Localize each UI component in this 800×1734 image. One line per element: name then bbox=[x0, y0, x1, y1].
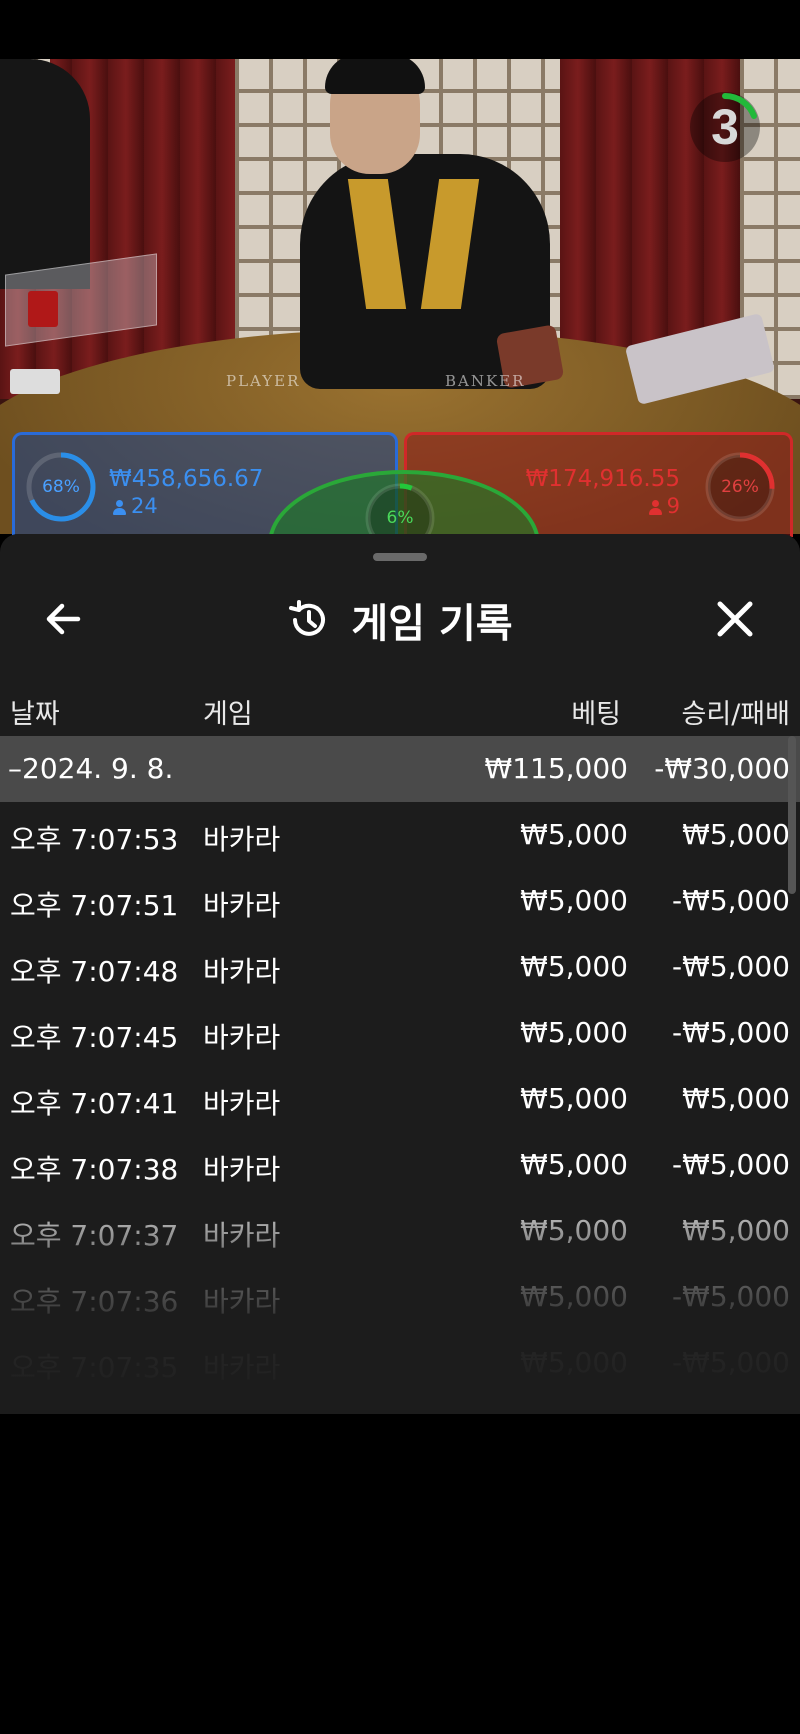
arrow-left-icon bbox=[46, 603, 81, 635]
row-bet: ₩5,000 bbox=[520, 1346, 628, 1379]
column-header-result: 승리/패배 bbox=[681, 699, 790, 730]
round-timer: 3 bbox=[690, 92, 760, 162]
history-row[interactable]: 오후 7:07:37 바카라 ₩5,000 ₩5,000 bbox=[0, 1198, 800, 1264]
history-row[interactable]: 오후 7:07:35 바카라 ₩5,000 -₩5,000 bbox=[0, 1330, 800, 1396]
row-time: 오후 7:07:36 bbox=[10, 1285, 179, 1318]
player-total-bet: ₩458,656.67 bbox=[109, 466, 264, 492]
history-row[interactable]: 오후 7:07:53 바카라 ₩5,000 ₩5,000 bbox=[0, 802, 800, 868]
row-result: -₩5,000 bbox=[672, 1016, 790, 1049]
side-dealer-silhouette bbox=[0, 59, 90, 289]
row-result: -₩5,000 bbox=[672, 950, 790, 983]
row-time: 오후 7:07:45 bbox=[10, 1021, 179, 1054]
column-header-date: 날짜 bbox=[10, 699, 60, 730]
row-bet: ₩5,000 bbox=[520, 1280, 628, 1313]
row-result: -₩5,000 bbox=[672, 1280, 790, 1313]
date-group-row[interactable]: –2024. 9. 8. ₩115,000 -₩30,000 bbox=[0, 736, 800, 802]
player-count: 24 bbox=[113, 494, 158, 518]
column-header-bet: 베팅 bbox=[571, 699, 621, 730]
player-percent: 68% bbox=[42, 477, 80, 497]
timer-value: 3 bbox=[711, 99, 739, 155]
history-row[interactable]: 오후 7:07:48 바카라 ₩5,000 -₩5,000 bbox=[0, 934, 800, 1000]
row-time: 오후 7:07:53 bbox=[10, 823, 179, 856]
row-game: 바카라 bbox=[203, 1087, 281, 1120]
sheet-header: 게임 기록 bbox=[0, 570, 800, 670]
close-button[interactable] bbox=[710, 594, 760, 644]
row-bet: ₩5,000 bbox=[520, 818, 628, 851]
row-bet: ₩5,000 bbox=[520, 884, 628, 917]
row-game: 바카라 bbox=[203, 1021, 281, 1054]
history-row[interactable]: 오후 7:07:45 바카라 ₩5,000 -₩5,000 bbox=[0, 1000, 800, 1066]
row-game: 바카라 bbox=[203, 955, 281, 988]
dealer-hair bbox=[325, 59, 425, 94]
banker-count: 9 bbox=[648, 494, 680, 518]
row-game: 바카라 bbox=[203, 1153, 281, 1186]
history-row[interactable]: 오후 7:07:36 바카라 ₩5,000 -₩5,000 bbox=[0, 1264, 800, 1330]
row-result: -₩5,000 bbox=[672, 884, 790, 917]
row-bet: ₩5,000 bbox=[520, 950, 628, 983]
row-result: ₩5,000 bbox=[682, 1214, 790, 1247]
history-table-header: 날짜 게임 베팅 승리/패배 bbox=[0, 684, 800, 734]
row-bet: ₩5,000 bbox=[520, 1148, 628, 1181]
close-icon bbox=[717, 601, 753, 637]
history-table-body[interactable]: –2024. 9. 8. ₩115,000 -₩30,000 오후 7:07:5… bbox=[0, 736, 800, 1414]
row-time: 오후 7:07:41 bbox=[10, 1087, 179, 1120]
person-icon bbox=[648, 500, 662, 515]
back-button[interactable] bbox=[40, 594, 90, 644]
sheet-title-group: 게임 기록 bbox=[0, 570, 800, 670]
table-label-banker: BANKER bbox=[445, 372, 526, 390]
row-bet: ₩5,000 bbox=[520, 1082, 628, 1115]
row-result: -₩5,000 bbox=[672, 1346, 790, 1379]
row-game: 바카라 bbox=[203, 823, 281, 856]
person-icon bbox=[113, 500, 126, 515]
row-bet: ₩5,000 bbox=[520, 1214, 628, 1247]
row-result: ₩5,000 bbox=[682, 1082, 790, 1115]
card bbox=[10, 369, 60, 394]
scrollbar[interactable] bbox=[788, 736, 796, 894]
card bbox=[28, 291, 58, 327]
row-time: 오후 7:07:48 bbox=[10, 955, 179, 988]
history-icon bbox=[289, 600, 326, 636]
row-bet: ₩5,000 bbox=[520, 1016, 628, 1049]
table-label-player: PLAYER bbox=[226, 372, 301, 390]
row-game: 바카라 bbox=[203, 889, 281, 922]
row-game: 바카라 bbox=[203, 1219, 281, 1252]
row-time: 오후 7:07:35 bbox=[10, 1351, 179, 1384]
row-time: 오후 7:07:38 bbox=[10, 1153, 179, 1186]
row-game: 바카라 bbox=[203, 1351, 281, 1384]
sheet-title: 게임 기록 bbox=[351, 601, 513, 647]
column-header-game: 게임 bbox=[203, 699, 253, 730]
sheet-drag-handle[interactable] bbox=[373, 553, 427, 561]
player-count-value: 24 bbox=[131, 494, 158, 518]
game-history-sheet: 게임 기록 날짜 게임 베팅 승리/패배 –2024. 9. 8. ₩115,0… bbox=[0, 534, 800, 1414]
date-group-result-total: -₩30,000 bbox=[654, 752, 790, 785]
banker-percent: 26% bbox=[721, 477, 759, 497]
row-time: 오후 7:07:51 bbox=[10, 889, 179, 922]
history-row[interactable]: 오후 7:07:38 바카라 ₩5,000 -₩5,000 bbox=[0, 1132, 800, 1198]
history-row[interactable]: 오후 7:07:51 바카라 ₩5,000 -₩5,000 bbox=[0, 868, 800, 934]
row-time: 오후 7:07:37 bbox=[10, 1219, 179, 1252]
banker-count-value: 9 bbox=[666, 494, 680, 518]
row-result: ₩5,000 bbox=[682, 818, 790, 851]
date-group-bet-total: ₩115,000 bbox=[484, 752, 628, 785]
row-game: 바카라 bbox=[203, 1285, 281, 1318]
history-row[interactable]: 오후 7:07:41 바카라 ₩5,000 ₩5,000 bbox=[0, 1066, 800, 1132]
banker-total-bet: ₩174,916.55 bbox=[525, 466, 680, 492]
date-group-date: –2024. 9. 8. bbox=[8, 752, 174, 785]
row-result: -₩5,000 bbox=[672, 1148, 790, 1181]
